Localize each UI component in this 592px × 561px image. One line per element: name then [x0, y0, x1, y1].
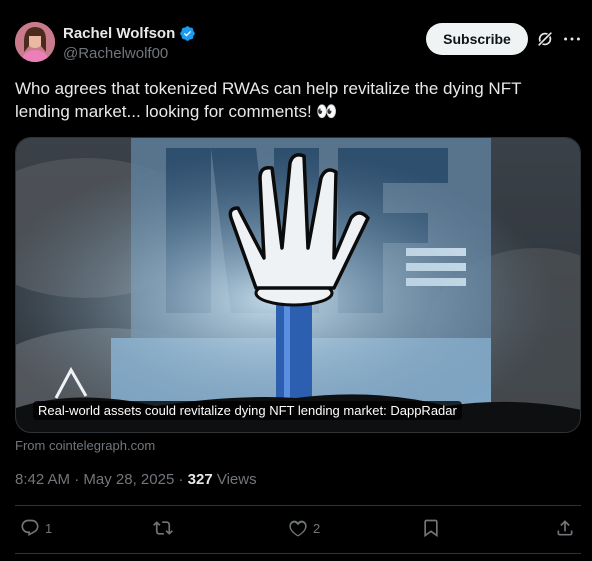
like-button[interactable]: 2 [288, 518, 320, 538]
avatar[interactable] [15, 22, 55, 62]
repost-icon [153, 521, 173, 535]
action-bar: 1 2 [15, 518, 581, 542]
views-count: 327 [187, 471, 213, 488]
repost-button[interactable] [153, 518, 178, 538]
more-options-icon[interactable] [561, 28, 583, 50]
tweet-date[interactable]: May 28, 2025 [83, 471, 174, 488]
meta-separator: · [74, 471, 80, 488]
tweet-header: Rachel Wolfson @Rachelwolf00 Subscribe [15, 22, 583, 64]
subscribe-button[interactable]: Subscribe [426, 23, 528, 55]
card-caption: Real-world assets could revitalize dying… [33, 401, 462, 420]
share-icon [557, 520, 573, 536]
divider [15, 553, 581, 554]
author-name-row: Rachel Wolfson [63, 25, 196, 42]
meta-separator: · [178, 471, 184, 488]
bookmark-icon [424, 519, 438, 538]
article-image [16, 138, 580, 432]
author-handle[interactable]: @Rachelwolf00 [63, 45, 168, 62]
tweet-text: Who agrees that tokenized RWAs can help … [15, 79, 522, 121]
bookmark-button[interactable] [421, 518, 441, 538]
card-source[interactable]: From cointelegraph.com [15, 438, 155, 453]
views-label: Views [216, 471, 257, 488]
like-count: 2 [313, 520, 321, 536]
reply-icon [21, 519, 39, 536]
author-name[interactable]: Rachel Wolfson [63, 25, 175, 42]
heart-icon [289, 520, 307, 537]
reply-button[interactable]: 1 [20, 518, 52, 538]
grok-icon[interactable] [535, 29, 555, 49]
share-button[interactable] [555, 518, 575, 538]
tweet-meta: 8:42 AM · May 28, 2025 · 327 Views [15, 471, 257, 488]
divider [15, 505, 581, 506]
tweet-time[interactable]: 8:42 AM [15, 471, 70, 488]
reply-count: 1 [45, 520, 53, 536]
link-card[interactable]: Real-world assets could revitalize dying… [15, 137, 581, 433]
verified-badge-icon [180, 26, 196, 41]
